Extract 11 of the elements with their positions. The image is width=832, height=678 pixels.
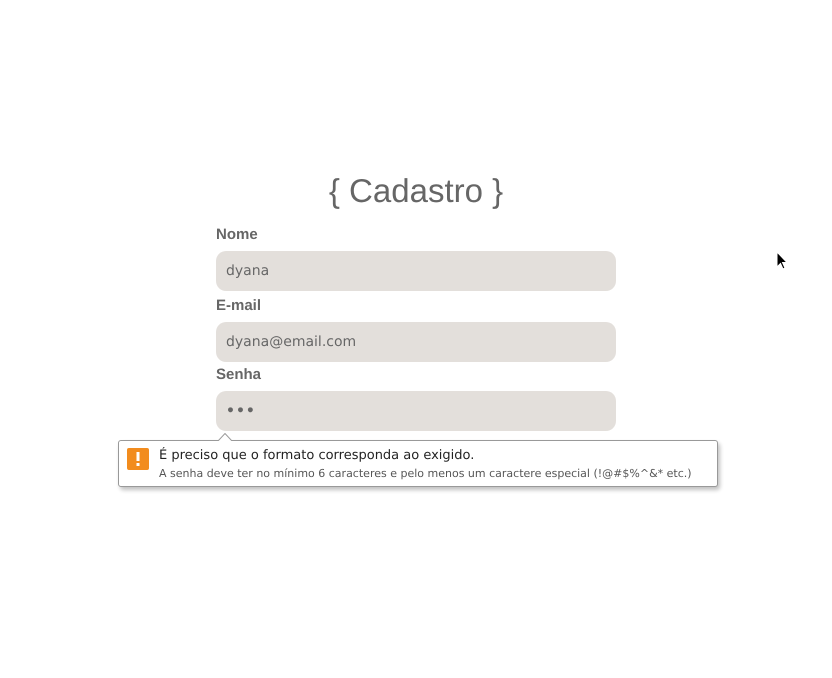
cursor-icon: [776, 251, 788, 271]
input-field[interactable]: dyana: [216, 251, 616, 291]
tooltip-detail: A senha deve ter no mínimo 6 caracteres e pelo menos um caractere especial (!@#$%^&* etc.): [159, 467, 692, 480]
field-label: Senha: [216, 366, 262, 383]
warning-icon: [127, 448, 149, 470]
page-title: { Cadastro }: [328, 172, 504, 210]
tooltip-message: É preciso que o formato corresponda ao exigido.: [159, 448, 476, 463]
field-label: E-mail: [216, 297, 262, 314]
password-field[interactable]: •••: [216, 391, 616, 431]
input-field[interactable]: dyana@email.com: [216, 322, 616, 362]
field-label: Nome: [216, 226, 259, 243]
